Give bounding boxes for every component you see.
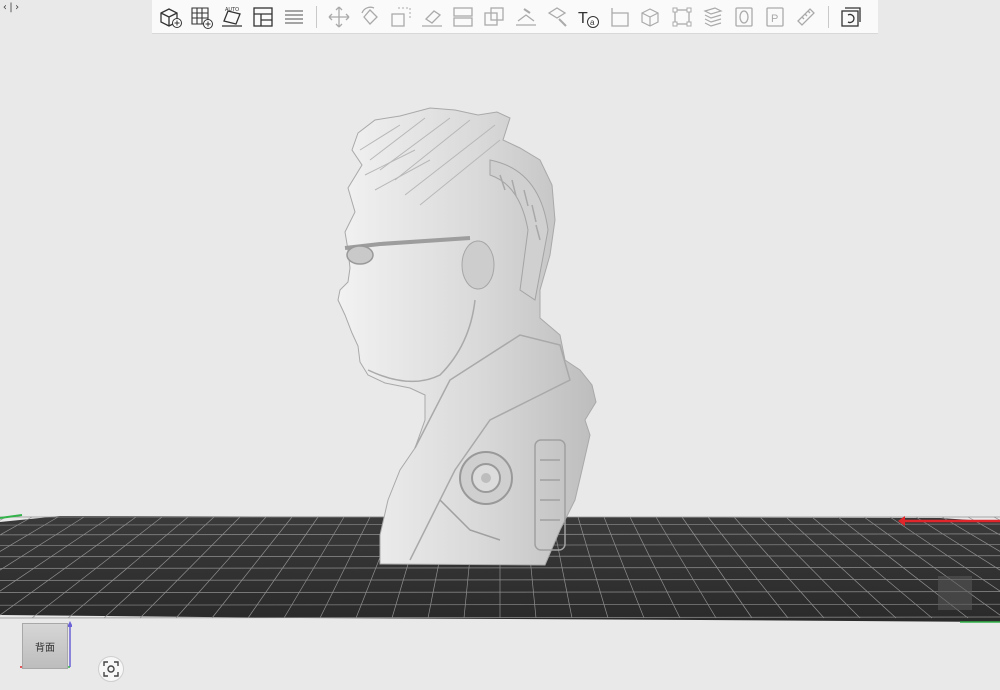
add-grid-icon (191, 6, 213, 29)
svg-text:a: a (590, 18, 595, 27)
duplicate-button[interactable] (480, 3, 508, 31)
measure-button[interactable] (792, 3, 820, 31)
scale-button[interactable] (387, 3, 415, 31)
main-toolbar: AUTO Ta P (152, 0, 878, 34)
plate-icon: P (766, 6, 784, 27)
panel-collapse-toggle[interactable]: ‹|› (2, 2, 20, 13)
add-model-icon (159, 7, 182, 28)
scale-icon (391, 7, 411, 27)
fit-view-icon (103, 661, 119, 677)
cube-icon (641, 7, 660, 27)
duplicate-icon (484, 6, 505, 26)
cube-button[interactable] (636, 3, 664, 31)
svg-text:AUTO: AUTO (225, 7, 239, 13)
toolbar-separator (315, 5, 317, 28)
rotate-icon (361, 6, 378, 25)
layout-panel-button[interactable] (249, 3, 277, 31)
move-icon (328, 6, 349, 27)
auto-arrange-icon: AUTO (221, 7, 242, 27)
fit-view-button[interactable] (98, 656, 124, 682)
text-tool-icon: Ta (578, 10, 600, 28)
lay-flat-button[interactable] (418, 3, 446, 31)
cut-icon (453, 6, 473, 27)
seam-paint-icon (547, 6, 567, 27)
add-model-button[interactable] (156, 3, 184, 31)
add-grid-button[interactable] (187, 3, 215, 31)
export-button[interactable] (837, 3, 865, 31)
auto-arrange-button[interactable]: AUTO (218, 3, 246, 31)
layers-list-icon (285, 9, 304, 24)
move-button[interactable] (325, 3, 353, 31)
plate-logo (938, 576, 972, 610)
cut-button[interactable] (449, 3, 477, 31)
slice-stack-icon (703, 6, 723, 27)
corner-button[interactable] (605, 3, 633, 31)
svg-text:P: P (771, 13, 778, 25)
bounding-box-button[interactable] (668, 3, 696, 31)
corner-icon (611, 7, 629, 27)
lay-flat-icon (422, 9, 443, 27)
layers-list-button[interactable] (280, 3, 308, 31)
view-cube[interactable]: 背面 (20, 621, 72, 669)
plate-button[interactable]: P (761, 3, 789, 31)
view-cube-face-label[interactable]: 背面 (22, 623, 68, 669)
svg-text:T: T (578, 10, 588, 27)
support-paint-icon (515, 7, 536, 26)
y-axis-indicator (0, 514, 23, 519)
support-paint-button[interactable] (512, 3, 540, 31)
seam-paint-button[interactable] (543, 3, 571, 31)
export-icon (840, 6, 861, 27)
layout-panel-icon (253, 6, 273, 27)
toolbar-separator (827, 5, 829, 28)
hollow-icon (735, 6, 753, 27)
measure-icon (797, 7, 816, 26)
text-tool-button[interactable]: Ta (574, 3, 602, 31)
rotate-button[interactable] (356, 3, 384, 31)
bounding-box-icon (672, 7, 692, 26)
hollow-button[interactable] (730, 3, 758, 31)
bust-model[interactable] (337, 107, 597, 566)
slice-stack-button[interactable] (699, 3, 727, 31)
3d-viewport[interactable] (0, 0, 1000, 690)
